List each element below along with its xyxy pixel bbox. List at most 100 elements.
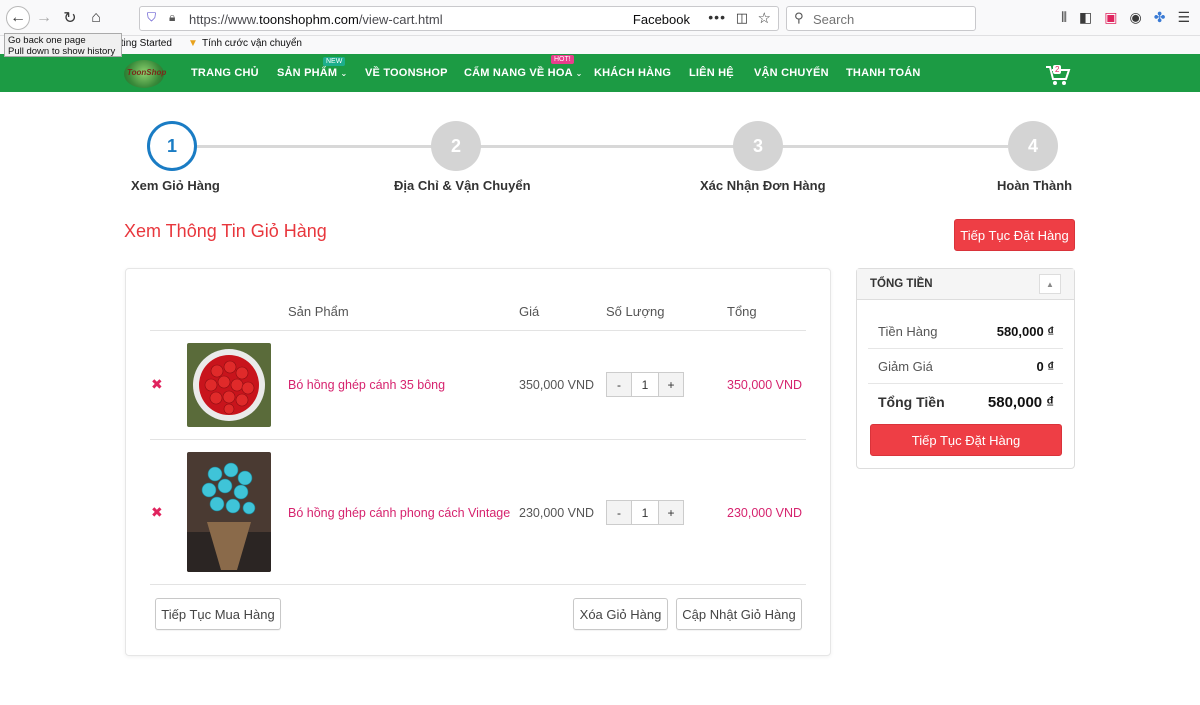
step-connector <box>480 145 734 148</box>
nav-item-products-label: SẢN PHẨM <box>277 67 338 79</box>
step-4-circle: 4 <box>1008 121 1058 171</box>
update-cart-button[interactable]: Cập Nhật Giỏ Hàng <box>676 598 802 630</box>
download-icon[interactable]: ▣ <box>1104 9 1117 26</box>
chevron-down-icon: ⌄ <box>575 69 583 78</box>
discount-label: Giảm Giá <box>878 359 933 374</box>
divider <box>150 584 806 585</box>
step-1-label: Xem Giỏ Hàng <box>131 178 220 193</box>
quantity-stepper: - 1 + <box>606 372 684 397</box>
bookmark-getting-started[interactable]: tting Started <box>118 38 172 49</box>
red-roses-image <box>187 343 271 427</box>
reload-icon: ↻ <box>63 10 77 27</box>
continue-order-button[interactable]: Tiếp Tục Đặt Hàng <box>870 424 1062 456</box>
qty-increase-button[interactable]: + <box>659 501 683 524</box>
reload-button[interactable]: ↻ <box>58 6 82 30</box>
more-icon[interactable]: ••• <box>708 9 726 25</box>
nav-item-payment[interactable]: THANH TOÁN <box>846 67 921 79</box>
page-title: Xem Thông Tin Giỏ Hàng <box>124 221 327 241</box>
qty-decrease-button[interactable]: - <box>607 373 631 396</box>
star-icon[interactable]: ☆ <box>758 9 771 27</box>
step-connector <box>196 145 432 148</box>
url-bar[interactable]: ⛉ 🔒︎ https://www.toonshophm.com/view-car… <box>139 6 779 31</box>
tooltip-line-2: Pull down to show history <box>8 46 116 57</box>
continue-shopping-button[interactable]: Tiếp Tục Mua Hàng <box>155 598 281 630</box>
line-total: 230,000 VND <box>727 506 803 520</box>
nav-item-flower-guide[interactable]: CẨM NANG VỀ HOA ⌄ <box>464 67 583 79</box>
url-text: https://www.toonshophm.com/view-cart.htm… <box>189 12 443 27</box>
grand-total-label: Tổng Tiền <box>878 394 945 410</box>
grand-total-value: 580,000 ₫ <box>987 394 1054 411</box>
site-logo[interactable]: ToonShop <box>124 60 167 88</box>
menu-icon[interactable]: ☰ <box>1177 9 1190 26</box>
divider <box>868 383 1063 384</box>
remove-item-button[interactable]: ✖ <box>151 504 163 521</box>
subtotal-label: Tiền Hàng <box>878 324 938 339</box>
lock-icon: 🔒︎ <box>169 10 176 24</box>
col-header-price: Giá <box>519 304 540 319</box>
step-connector <box>782 145 1008 148</box>
bookmarks-bar: tting Started ▼ Tính cước vận chuyển <box>0 36 1200 54</box>
qty-input[interactable]: 1 <box>631 373 659 396</box>
divider <box>150 439 806 440</box>
pocket-icon[interactable]: ◫ <box>736 10 748 26</box>
summary-title: TỔNG TIỀN <box>870 278 933 290</box>
step-2-label: Địa Chỉ & Vận Chuyển <box>394 178 531 193</box>
shield-icon: ⛉ <box>147 10 157 24</box>
remove-item-button[interactable]: ✖ <box>151 376 163 393</box>
step-2-circle: 2 <box>431 121 481 171</box>
gift-icon[interactable]: ✤ <box>1154 9 1166 26</box>
back-button[interactable]: ← <box>6 6 30 30</box>
chevron-down-icon: ⌄ <box>340 69 348 78</box>
step-3-label: Xác Nhận Đơn Hàng <box>700 178 826 193</box>
nav-item-about[interactable]: VỀ TOONSHOP <box>365 67 448 79</box>
step-4-label: Hoàn Thành <box>997 178 1073 193</box>
search-bar[interactable]: ⚲ Search <box>786 6 976 31</box>
sidebar-icon[interactable]: ◧ <box>1079 9 1092 26</box>
product-image-red-roses[interactable] <box>187 343 271 427</box>
collapse-button[interactable]: ▲ <box>1039 274 1061 294</box>
bookmark-icon: ▼ <box>188 38 198 49</box>
col-header-qty: Số Lượng <box>606 304 665 319</box>
new-badge: NEW <box>323 57 346 66</box>
clear-cart-button[interactable]: Xóa Giỏ Hàng <box>573 598 668 630</box>
back-tooltip: Go back one page Pull down to show histo… <box>4 33 122 57</box>
tooltip-line-1: Go back one page <box>8 35 86 46</box>
divider <box>868 348 1063 349</box>
product-image-blue-roses[interactable] <box>187 452 271 572</box>
home-button[interactable]: ⌂ <box>84 6 108 30</box>
subtotal-value: 580,000 ₫ <box>996 324 1054 339</box>
nav-item-flower-guide-label: CẨM NANG VỀ HOA <box>464 67 573 79</box>
forward-button[interactable]: → <box>32 6 56 30</box>
url-facebook-label: Facebook <box>632 12 690 27</box>
divider <box>150 330 806 331</box>
toolbar-right-icons: ⫴ ◧ ▣ ◉ ✤ ☰ <box>1061 9 1190 26</box>
logo-text: ToonShop <box>127 68 167 77</box>
step-3-circle: 3 <box>733 121 783 171</box>
nav-item-contact[interactable]: LIÊN HỆ <box>689 67 734 79</box>
product-name-link[interactable]: Bó hồng ghép cánh 35 bông <box>288 378 445 392</box>
qty-increase-button[interactable]: + <box>659 373 683 396</box>
nav-item-shipping[interactable]: VẬN CHUYỂN <box>754 67 829 79</box>
qty-input[interactable]: 1 <box>631 501 659 524</box>
account-icon[interactable]: ◉ <box>1129 9 1141 26</box>
col-header-total: Tổng <box>727 304 757 319</box>
qty-decrease-button[interactable]: - <box>607 501 631 524</box>
step-1-circle: 1 <box>147 121 197 171</box>
nav-item-home[interactable]: TRANG CHỦ <box>191 67 259 79</box>
bookmark-shipping-rates[interactable]: Tính cước vận chuyển <box>202 38 302 49</box>
product-price: 230,000 VND <box>519 506 595 520</box>
back-icon: ← <box>10 9 26 26</box>
product-price: 350,000 VND <box>519 378 595 392</box>
library-icon[interactable]: ⫴ <box>1061 9 1067 26</box>
continue-order-button-top[interactable]: Tiếp Tục Đặt Hàng <box>954 219 1075 251</box>
col-header-product: Sản Phẩm <box>288 304 349 319</box>
nav-item-customers[interactable]: KHÁCH HÀNG <box>594 67 671 79</box>
home-icon: ⌂ <box>91 9 101 26</box>
discount-value: 0 ₫ <box>1036 359 1054 374</box>
line-total: 350,000 VND <box>727 378 803 392</box>
product-name-link[interactable]: Bó hồng ghép cánh phong cách Vintage <box>288 506 510 520</box>
browser-toolbar: ← → ↻ ⌂ ⛉ 🔒︎ https://www.toonshophm.com/… <box>0 0 1200 36</box>
search-placeholder: Search <box>813 12 855 27</box>
nav-item-products[interactable]: SẢN PHẨM ⌄ <box>277 67 347 79</box>
forward-icon: → <box>36 9 52 26</box>
